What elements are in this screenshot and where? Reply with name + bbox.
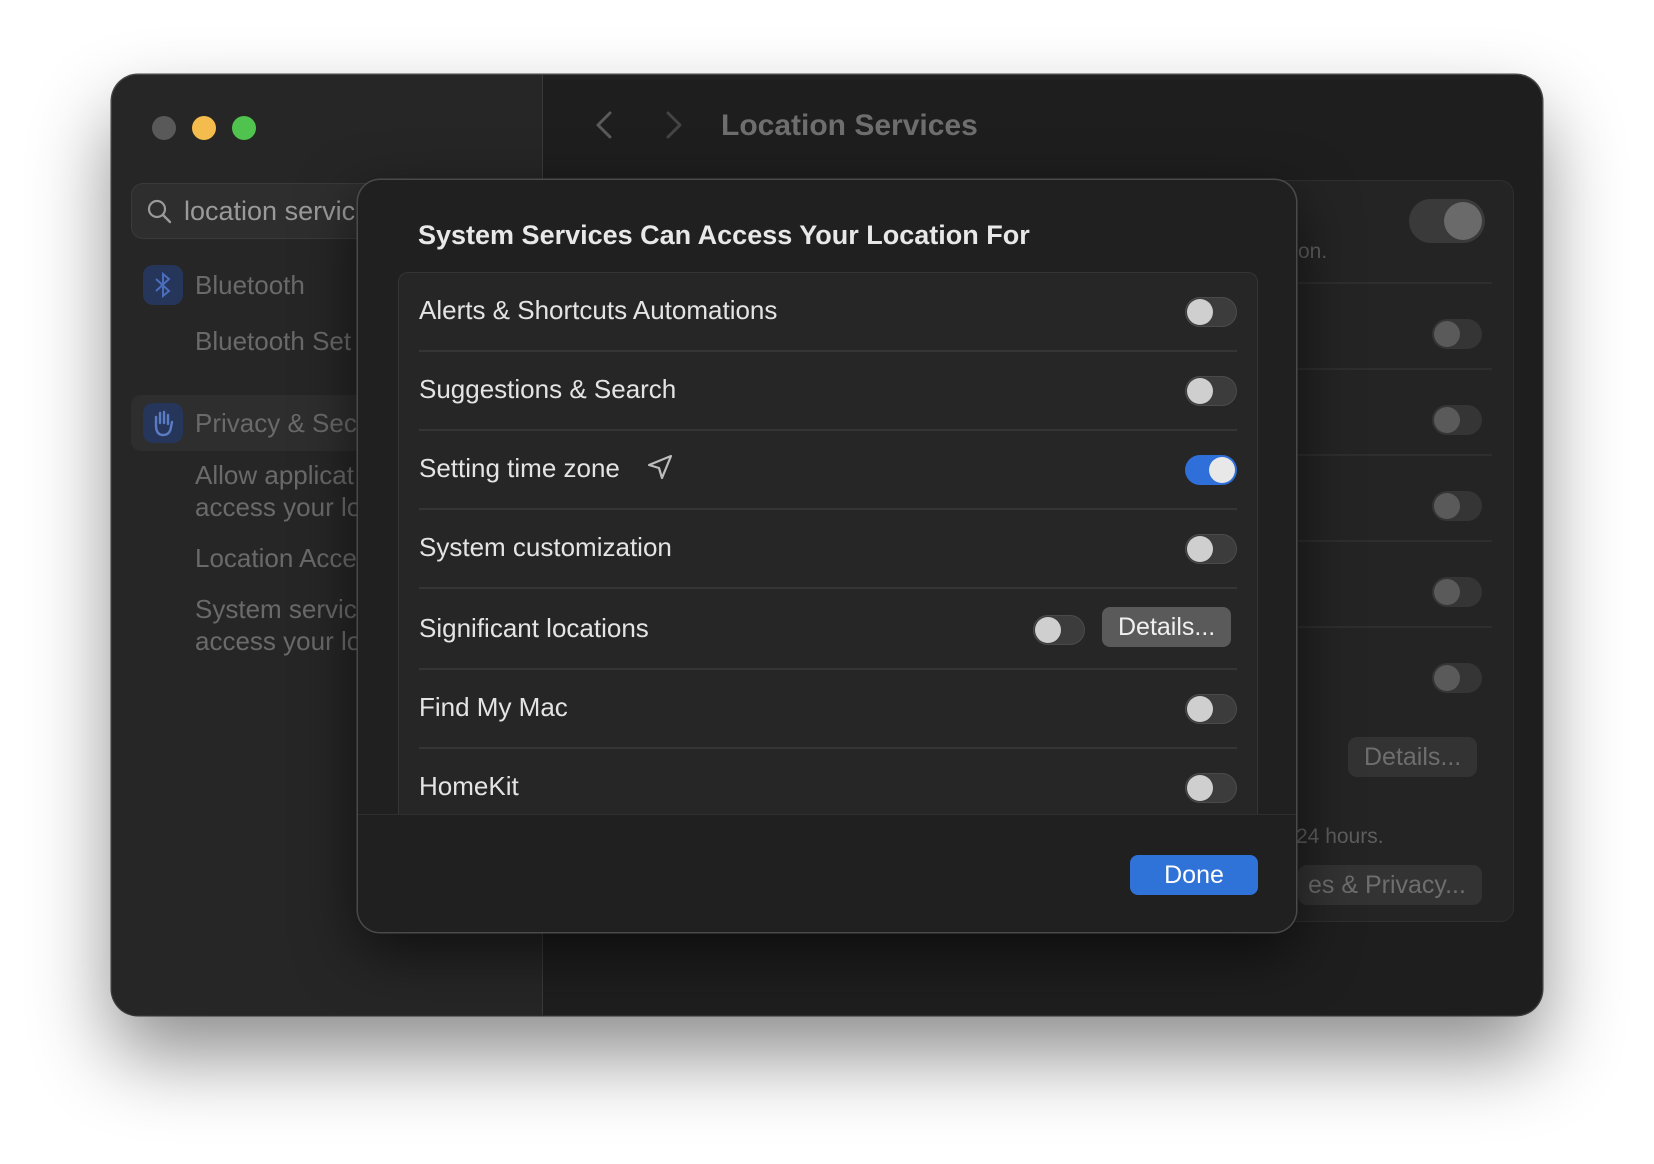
background-hours-text: 24 hours. (1296, 825, 1384, 848)
app-location-toggle[interactable] (1432, 491, 1482, 521)
sidebar-subitem-allow-apps-line1[interactable]: Allow applicat (195, 460, 354, 491)
list-item: Find My Mac (399, 670, 1257, 749)
page-title: Location Services (721, 109, 978, 142)
search-icon (147, 199, 172, 224)
sidebar-subitem-location-access[interactable]: Location Acce (195, 543, 357, 574)
row-label: Suggestions & Search (419, 374, 677, 404)
system-services-list: Alerts & Shortcuts Automations Suggestio… (398, 272, 1258, 833)
sheet-title: System Services Can Access Your Location… (418, 220, 1030, 250)
significant-locations-details-button[interactable]: Details... (1102, 607, 1232, 647)
sidebar-subitem-system-services-line1[interactable]: System servic (195, 594, 357, 625)
location-services-master-toggle[interactable] (1409, 199, 1485, 243)
row-label: Alerts & Shortcuts Automations (419, 295, 778, 325)
row-label: HomeKit (419, 771, 519, 801)
row-label: Find My Mac (419, 692, 568, 722)
sidebar-subitem-allow-apps-line2[interactable]: access your lo (195, 492, 361, 523)
list-item: System customization (399, 510, 1257, 589)
background-privacy-button[interactable]: es & Privacy... (1298, 865, 1482, 905)
row-label: Setting time zone (419, 453, 620, 483)
sidebar-item-bluetooth[interactable]: Bluetooth (195, 270, 305, 301)
list-item: Suggestions & Search (399, 352, 1257, 431)
location-arrow-icon (647, 454, 673, 480)
significant-locations-toggle[interactable] (1033, 615, 1085, 645)
app-location-toggle[interactable] (1432, 405, 1482, 435)
app-location-toggle[interactable] (1432, 577, 1482, 607)
sidebar-item-privacy-security[interactable]: Privacy & Sec (195, 408, 357, 439)
app-location-toggle[interactable] (1432, 319, 1482, 349)
list-item: Setting time zone (399, 431, 1257, 510)
row-label: System customization (419, 532, 672, 562)
background-description-text: on. (1298, 240, 1328, 263)
sheet-footer: Done (358, 814, 1296, 932)
suggestions-search-toggle[interactable] (1185, 376, 1237, 406)
background-details-button[interactable]: Details... (1348, 737, 1478, 777)
list-item: Significant locations Details... (399, 589, 1257, 670)
sidebar-subitem-system-services-line2[interactable]: access your lo (195, 626, 361, 657)
row-label: Significant locations (419, 613, 649, 643)
sidebar-subitem-bluetooth-settings[interactable]: Bluetooth Set (195, 326, 351, 357)
bluetooth-icon (143, 265, 183, 305)
setting-time-zone-toggle[interactable] (1185, 455, 1237, 485)
homekit-toggle[interactable] (1185, 773, 1237, 803)
done-button[interactable]: Done (1130, 855, 1258, 895)
alerts-shortcuts-toggle[interactable] (1185, 297, 1237, 327)
system-customization-toggle[interactable] (1185, 534, 1237, 564)
hand-icon (143, 403, 183, 443)
system-settings-window: location servic Bluetooth Bluetooth Set … (112, 75, 1542, 1015)
maximize-window-button[interactable] (232, 116, 256, 140)
close-window-button[interactable] (152, 116, 176, 140)
find-my-mac-toggle[interactable] (1185, 694, 1237, 724)
minimize-window-button[interactable] (192, 116, 216, 140)
app-location-toggle[interactable] (1432, 663, 1482, 693)
chevron-left-icon[interactable] (590, 105, 620, 145)
list-item: Alerts & Shortcuts Automations (399, 273, 1257, 352)
search-input[interactable]: location servic (184, 196, 355, 227)
system-services-sheet: System Services Can Access Your Location… (358, 180, 1296, 932)
chevron-right-icon[interactable] (658, 105, 688, 145)
